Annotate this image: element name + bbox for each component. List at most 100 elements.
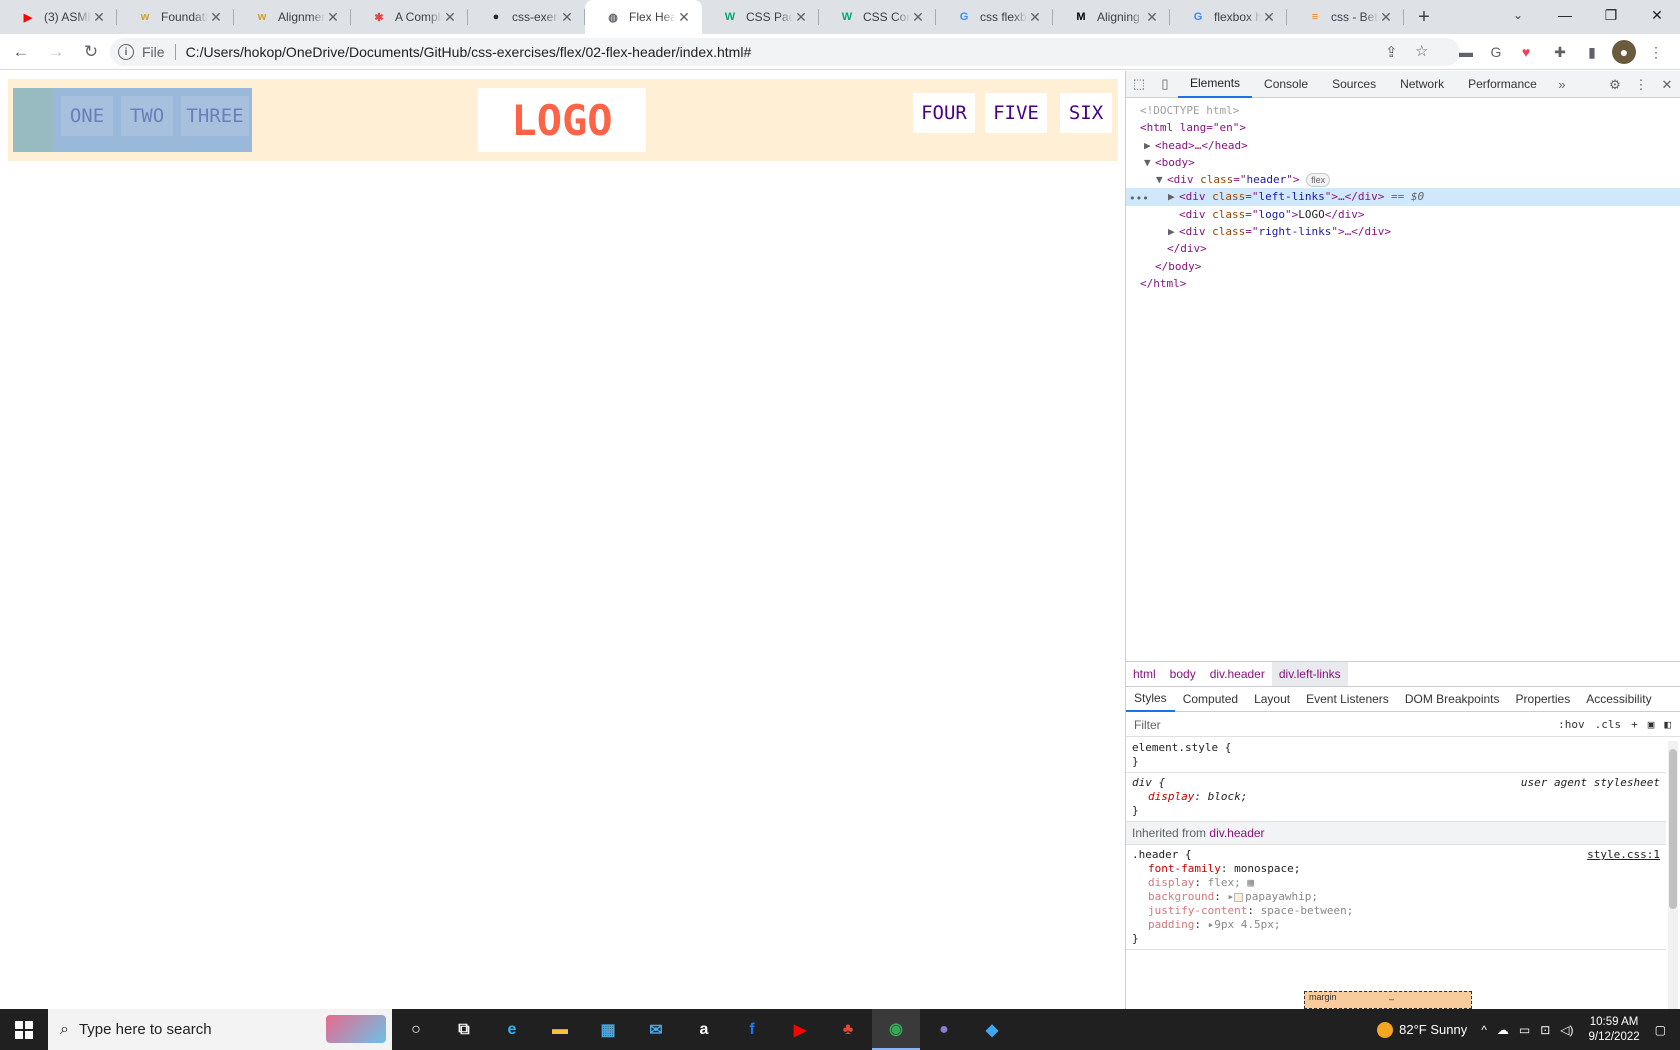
task-view-icon[interactable]: ⧉ — [440, 1009, 488, 1050]
tab-network[interactable]: Network — [1388, 71, 1456, 98]
volume-icon[interactable]: ◁) — [1560, 1023, 1573, 1037]
styles-filter-input[interactable]: Filter — [1134, 718, 1558, 732]
profile-avatar[interactable]: ● — [1612, 40, 1636, 64]
hov-button[interactable]: :hov — [1558, 718, 1585, 731]
nav-link-two[interactable]: TWO — [121, 96, 173, 136]
devtools-menu-icon[interactable]: ⋮ — [1628, 72, 1654, 98]
notifications-icon[interactable]: ▢ — [1655, 1023, 1666, 1037]
onedrive-icon[interactable]: ☁ — [1497, 1023, 1509, 1037]
div-ua-rule[interactable]: div { user agent stylesheet display: blo… — [1126, 773, 1666, 822]
breadcrumb-div-left-links[interactable]: div.left-links — [1271, 662, 1348, 686]
amazon-icon[interactable]: a — [680, 1009, 728, 1050]
dom-head[interactable]: ▶ <head>…</head> — [1126, 137, 1680, 154]
nav-link-one[interactable]: ONE — [61, 96, 113, 136]
nav-link-five[interactable]: FIVE — [985, 93, 1047, 133]
dom-left-links-selected[interactable]: ▶ <div class="left-links">…</div> == $0 — [1126, 188, 1680, 206]
tab-properties[interactable]: Properties — [1508, 687, 1579, 712]
battery-icon[interactable]: ▭ — [1519, 1023, 1530, 1037]
reload-icon[interactable]: ↻ — [77, 38, 105, 66]
devtools-settings-icon[interactable]: ⚙ — [1602, 72, 1628, 98]
collapse-arrow-icon[interactable]: ▼ — [1156, 171, 1167, 188]
dom-right-links[interactable]: ▶ <div class="right-links">…</div> — [1126, 223, 1680, 240]
dom-html-open[interactable]: <html lang="en"> — [1126, 119, 1680, 136]
address-bar[interactable]: i File C:/Users/hokop/OneDrive/Documents… — [110, 38, 1460, 66]
nav-link-four[interactable]: FOUR — [913, 93, 975, 133]
extensions-puzzle-icon[interactable]: ✚ — [1548, 40, 1572, 64]
tab-console[interactable]: Console — [1252, 71, 1320, 98]
prop-justify-content[interactable]: justify-content: space-between; — [1132, 904, 1660, 918]
tab-close-icon[interactable]: ✕ — [793, 9, 809, 26]
tab-close-icon[interactable]: ✕ — [91, 9, 107, 26]
dom-header-div[interactable]: ▼ <div class="header"> flex — [1126, 171, 1680, 188]
flex-badge[interactable]: flex — [1306, 173, 1331, 188]
node-actions-ellipsis-icon[interactable]: ••• — [1129, 190, 1149, 207]
browser-tab[interactable]: ▶ (3) ASMR ✕ — [0, 0, 117, 34]
browser-tab[interactable]: ◍ Flex Header✕ — [585, 0, 702, 34]
show-hidden-icons-icon[interactable]: ^ — [1481, 1023, 1487, 1037]
taskbar-search[interactable]: ⌕ Type here to search — [48, 1009, 392, 1050]
back-icon[interactable]: ← — [7, 38, 35, 66]
vscode-icon[interactable]: ◆ — [968, 1009, 1016, 1050]
breadcrumb-body[interactable]: body — [1163, 662, 1203, 686]
devtools-close-icon[interactable]: ✕ — [1654, 72, 1680, 98]
prop-padding[interactable]: padding: ▸9px 4.5px; — [1132, 918, 1660, 932]
style-css-link[interactable]: style.css:1 — [1587, 848, 1660, 862]
browser-menu-icon[interactable]: ⋮ — [1644, 40, 1668, 64]
dom-html-close[interactable]: </html> — [1126, 275, 1680, 292]
inspect-element-icon[interactable]: ⬚ — [1126, 71, 1152, 97]
expand-arrow-icon[interactable]: ▶ — [1144, 137, 1155, 154]
nav-link-six[interactable]: SIX — [1060, 93, 1112, 133]
forward-icon[interactable]: → — [42, 38, 70, 66]
tab-close-icon[interactable]: ✕ — [325, 9, 341, 26]
pocket-icon[interactable]: ♥ — [1514, 40, 1538, 64]
mail-icon[interactable]: ✉ — [632, 1009, 680, 1050]
browser-tab[interactable]: ᴡ Foundations✕ — [117, 0, 234, 34]
dom-doctype[interactable]: <!DOCTYPE html> — [1126, 102, 1680, 119]
restore-icon[interactable]: ❐ — [1588, 0, 1634, 30]
header-rule[interactable]: .header { style.css:1 font-family: monos… — [1126, 845, 1666, 950]
more-tabs-icon[interactable]: » — [1549, 71, 1575, 97]
tab-styles[interactable]: Styles — [1126, 687, 1175, 712]
new-tab-button[interactable]: + — [1404, 0, 1444, 34]
browser-tab[interactable]: ᴡ Alignment✕ — [234, 0, 351, 34]
cls-button[interactable]: .cls — [1595, 718, 1622, 731]
tab-close-icon[interactable]: ✕ — [676, 9, 692, 26]
dom-logo-div[interactable]: <div class="logo">LOGO</div> — [1126, 206, 1680, 223]
tab-close-icon[interactable]: ✕ — [1378, 9, 1394, 26]
store-icon[interactable]: ▦ — [584, 1009, 632, 1050]
browser-tab[interactable]: Gflexbox header✕ — [1170, 0, 1287, 34]
browser-tab[interactable]: ≡ css - Better✕ — [1287, 0, 1404, 34]
tab-computed[interactable]: Computed — [1175, 687, 1246, 712]
collapse-arrow-icon[interactable]: ▼ — [1144, 154, 1155, 171]
toggle-sidebar-icon[interactable]: ◧ — [1664, 718, 1671, 731]
new-rule-icon[interactable]: + — [1631, 718, 1638, 731]
tab-close-icon[interactable]: ✕ — [559, 9, 575, 26]
side-panel-icon[interactable]: ▮ — [1580, 40, 1604, 64]
breadcrumb-html[interactable]: html — [1126, 662, 1163, 686]
scrollbar-thumb[interactable] — [1669, 749, 1677, 909]
close-window-icon[interactable]: ✕ — [1634, 0, 1680, 30]
tab-close-icon[interactable]: ✕ — [442, 9, 458, 26]
tab-close-icon[interactable]: ✕ — [208, 9, 224, 26]
tab-close-icon[interactable]: ✕ — [1027, 9, 1043, 26]
dom-header-close[interactable]: </div> — [1126, 240, 1680, 257]
browser-tab[interactable]: W CSS Padding✕ — [702, 0, 819, 34]
youtube-icon[interactable]: ▶ — [776, 1009, 824, 1050]
tab-layout[interactable]: Layout — [1246, 687, 1298, 712]
box-model-margin[interactable]: margin – — [1304, 991, 1472, 1009]
browser-tab[interactable]: Gcss flexbox✕ — [936, 0, 1053, 34]
tab-search-chevron-icon[interactable]: ⌄ — [1504, 3, 1532, 27]
site-info-icon[interactable]: i — [118, 44, 134, 60]
nav-link-three[interactable]: THREE — [181, 96, 249, 136]
app-icon[interactable]: ♣ — [824, 1009, 872, 1050]
color-swatch[interactable] — [1234, 892, 1244, 902]
tab-close-icon[interactable]: ✕ — [910, 9, 926, 26]
prop-font-family[interactable]: font-family: monospace; — [1132, 862, 1660, 876]
chrome-icon[interactable]: ◉ — [872, 1009, 920, 1050]
github-desktop-icon[interactable]: ● — [920, 1009, 968, 1050]
grammarly-icon[interactable]: G — [1484, 40, 1508, 64]
dom-body-open[interactable]: ▼ <body> — [1126, 154, 1680, 171]
flex-editor-icon[interactable]: ▦ — [1247, 876, 1254, 889]
dom-body-close[interactable]: </body> — [1126, 258, 1680, 275]
expand-arrow-icon[interactable]: ▸ — [1227, 890, 1234, 903]
